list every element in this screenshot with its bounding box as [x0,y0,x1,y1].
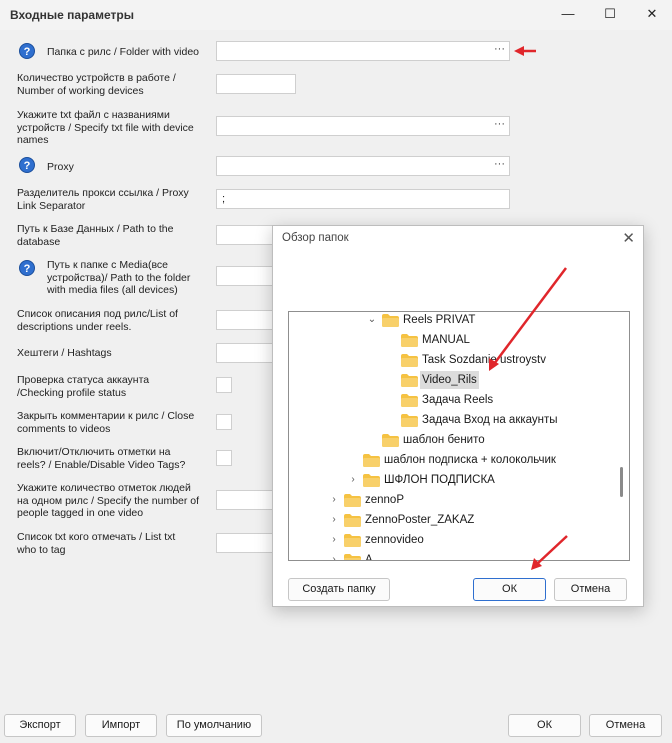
ok-button[interactable]: ОК [508,714,581,737]
tag-list-label: Список txt кого отмечать / List txt who t… [17,531,176,556]
proxy-separator-label: Разделитель прокси ссылка / Proxy Link Se… [17,187,189,212]
close-icon[interactable]: ✕ [622,229,635,247]
tag-count-label: Укажите количество отметок людей на одном… [17,482,200,519]
tree-node-label: A... [365,554,383,561]
new-folder-button[interactable]: Создать папку [288,578,390,601]
folder-tree[interactable]: ⌄ Reels PRIVAT MANUAL Task Sozdanie ustr… [288,311,630,561]
close-comments-label: Закрыть комментарии к рилс / Close commen… [17,410,195,435]
descriptions-input[interactable] [216,310,276,330]
folder-icon [401,414,418,427]
minimize-button[interactable]: — [556,4,580,24]
db-path-input[interactable] [216,225,276,245]
tree-node-label: Reels PRIVAT [403,314,476,326]
export-button[interactable]: Экспорт [4,714,76,737]
device-names-label: Укажите txt файл с названиями устройств /… [17,109,194,146]
folder-icon [401,374,418,387]
browse-button[interactable]: ··· [494,158,505,170]
tree-node-label: zennoP [365,494,405,506]
dialog-title: Обзор папок [282,232,349,244]
db-path-label: Путь к Базе Данных / Path to the database [17,223,174,248]
tag-list-input[interactable] [216,533,276,553]
proxy-label: Proxy [47,161,74,173]
device-count-label: Количество устройств в работе / Number of… [17,72,176,97]
media-folder-input[interactable] [216,266,276,286]
folder-icon [363,474,380,487]
tree-node-label: шаблон подписка + колокольчик [384,454,556,466]
folder-icon [401,394,418,407]
video-tags-checkbox[interactable] [216,450,232,466]
check-status-checkbox[interactable] [216,377,232,393]
check-status-label: Проверка статуса аккаунта/Checking profi… [17,374,150,399]
help-icon[interactable]: ? [19,157,35,173]
help-icon[interactable]: ? [19,260,35,276]
dialog-ok-button[interactable]: ОК [473,578,546,601]
chevron-right-icon[interactable]: › [328,511,340,529]
chevron-down-icon[interactable]: ⌄ [366,312,378,329]
tree-scrollbar[interactable] [620,467,623,497]
chevron-right-icon[interactable]: › [328,491,340,509]
device-names-input[interactable]: ··· [216,116,510,136]
tree-node-label: ZennoPoster_ZAKAZ [365,514,475,526]
folder-icon [344,534,361,547]
folder-icon [382,434,399,447]
video-tags-label: Включит/Отключить отметки на reels? / Ena… [17,446,186,471]
folder-icon [401,334,418,347]
dialog-cancel-button[interactable]: Отмена [554,578,627,601]
tag-count-input[interactable] [216,490,276,510]
maximize-button[interactable]: ☐ [598,4,622,24]
tree-node-label: zennovideo [365,534,424,546]
chevron-right-icon[interactable]: › [328,531,340,549]
tree-node-label: MANUAL [422,334,470,346]
tree-node-label: ШФЛОН ПОДПИСКА [384,474,495,486]
title-bar: Входные параметры — ☐ ✕ [0,0,672,30]
browse-button[interactable]: ··· [494,118,505,130]
folder-icon [344,494,361,507]
tree-node-label: Task Sozdanie ustroystv [422,354,547,366]
hashtags-input[interactable] [216,343,276,363]
tree-node-label: Задача Вход на аккаунты [422,414,558,426]
folder-icon [382,314,399,327]
chevron-right-icon[interactable]: › [328,551,340,560]
tree-node-label: шаблон бенито [403,434,485,446]
proxy-separator-value: ; [222,193,226,205]
defaults-button[interactable]: По умолчанию [166,714,262,737]
window-title: Входные параметры [10,8,134,22]
browse-button[interactable]: ··· [494,43,505,55]
folder-icon [344,554,361,560]
descriptions-label: Список описания под рилс/List of descript… [17,308,178,333]
folder-video-label: Папка с рилс / Folder with video [47,46,200,58]
device-count-input[interactable] [216,74,296,94]
proxy-separator-input[interactable]: ; [216,189,510,209]
media-folder-label: Путь к папке с Media(все устройства)/ Pat… [47,259,191,296]
close-comments-checkbox[interactable] [216,414,232,430]
proxy-input[interactable]: ··· [216,156,510,176]
close-button[interactable]: ✕ [640,4,664,24]
hashtags-label: Хештеги / Hashtags [17,347,112,359]
tree-node-label: Video_Rils [420,371,479,389]
folder-icon [363,454,380,467]
folder-icon [344,514,361,527]
cancel-button[interactable]: Отмена [589,714,662,737]
folder-icon [401,354,418,367]
folder-video-input[interactable]: ··· [216,41,510,61]
chevron-right-icon[interactable]: › [347,471,359,489]
import-button[interactable]: Импорт [85,714,157,737]
tree-node-label: Задача Reels [422,394,494,406]
browse-folder-dialog: Обзор папок ✕ ⌄ Reels PRIVAT MANUAL Task… [272,225,644,607]
help-icon[interactable]: ? [19,43,35,59]
